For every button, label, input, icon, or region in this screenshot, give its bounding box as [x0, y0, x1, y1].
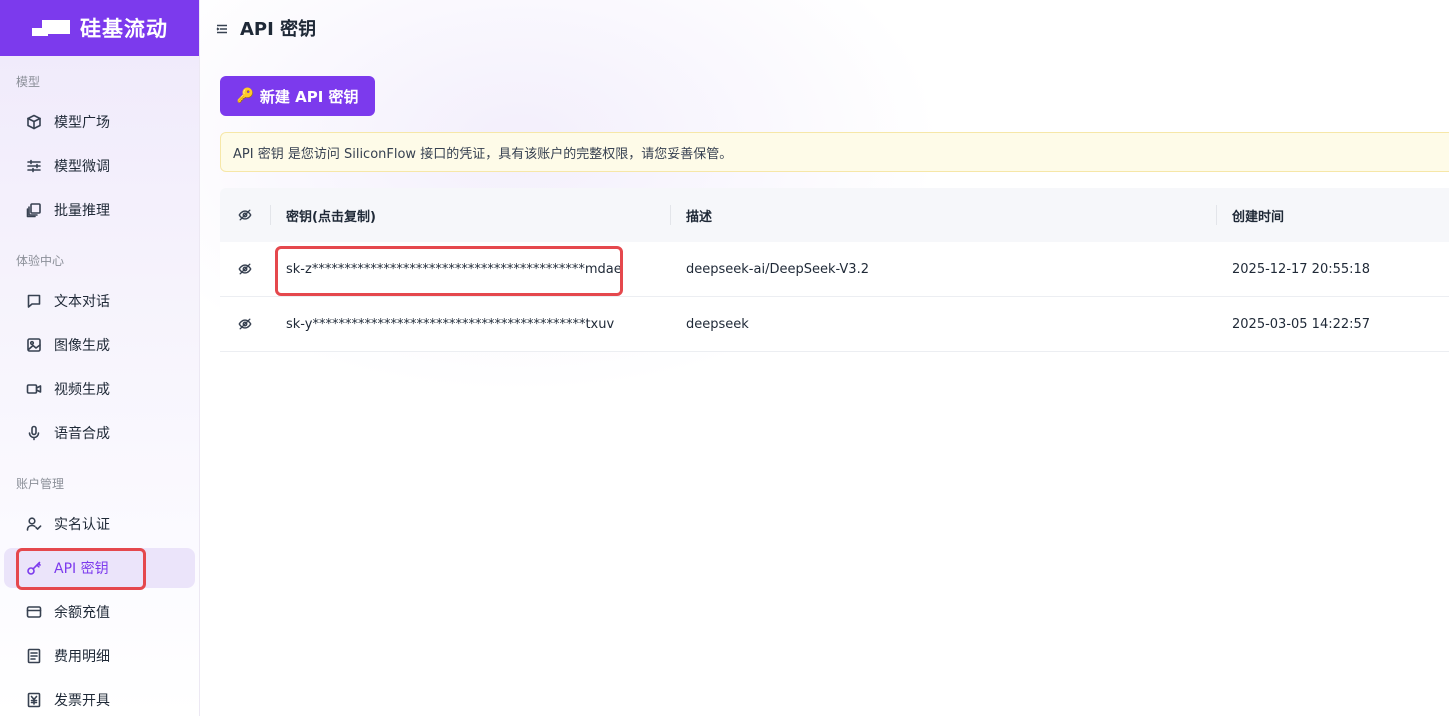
sidebar-item-invoice[interactable]: 发票开具: [4, 680, 195, 716]
brand-logo[interactable]: 硅基流动: [0, 0, 199, 56]
logo-mark-icon: [32, 17, 72, 39]
video-icon: [26, 381, 42, 397]
layers-icon: [26, 202, 42, 218]
sidebar-item-label: 发票开具: [54, 693, 110, 709]
menu-collapse-icon[interactable]: [216, 22, 228, 34]
section-title-playground: 体验中心: [16, 254, 65, 268]
api-key-description: deepseek-ai/DeepSeek-V3.2: [686, 261, 869, 277]
sidebar-item-fine-tune[interactable]: 模型微调: [4, 146, 195, 186]
api-key-created: 2025-12-17 20:55:18: [1232, 261, 1371, 277]
page-title: API 密钥: [240, 19, 317, 40]
column-header-created: 创建时间: [1216, 188, 1449, 242]
notice-text: API 密钥 是您访问 SiliconFlow 接口的凭证，具有该账户的完整权限…: [233, 146, 733, 162]
api-keys-table: 密钥(点击复制) 描述 创建时间 sk-z*******************…: [220, 188, 1449, 352]
api-key-description: deepseek: [686, 316, 749, 332]
sidebar-item-label: API 密钥: [54, 561, 109, 577]
new-api-key-button[interactable]: 🔑 新建 API 密钥: [220, 76, 375, 116]
image-icon: [26, 337, 42, 353]
brand-name: 硅基流动: [80, 17, 168, 41]
sidebar-item-label: 文本对话: [54, 294, 110, 310]
api-key-created: 2025-03-05 14:22:57: [1232, 316, 1371, 332]
section-title-account: 账户管理: [16, 477, 65, 491]
chat-icon: [26, 293, 42, 309]
sidebar-item-recharge[interactable]: 余额充值: [4, 592, 195, 632]
sidebar-item-label: 模型微调: [54, 159, 110, 175]
sidebar-item-api-keys[interactable]: API 密钥: [4, 548, 195, 588]
section-title-models: 模型: [16, 75, 41, 89]
sliders-icon: [26, 158, 42, 174]
sidebar: 硅基流动 模型 模型广场 模型微调 批量推理 体验中心 文本对话 图像生成 视频…: [0, 0, 200, 716]
api-key-value[interactable]: sk-z************************************…: [270, 242, 670, 296]
toggle-visibility-icon[interactable]: [220, 242, 270, 296]
new-api-key-label: 新建 API 密钥: [259, 87, 359, 106]
main-content: API 密钥 🔑 新建 API 密钥 API 密钥 是您访问 SiliconFl…: [200, 0, 1449, 716]
sidebar-item-text-chat[interactable]: 文本对话: [4, 281, 195, 321]
invoice-icon: [26, 692, 42, 708]
key-icon: [26, 560, 42, 576]
sidebar-item-video-gen[interactable]: 视频生成: [4, 369, 195, 409]
column-header-key: 密钥(点击复制): [270, 188, 670, 242]
receipt-icon: [26, 648, 42, 664]
sidebar-item-image-gen[interactable]: 图像生成: [4, 325, 195, 365]
sidebar-item-label: 批量推理: [54, 203, 110, 219]
mic-icon: [26, 425, 42, 441]
key-emoji-icon: 🔑: [236, 88, 254, 104]
sidebar-item-label: 语音合成: [54, 426, 110, 442]
sidebar-item-label: 余额充值: [54, 605, 110, 621]
page-header: API 密钥: [216, 14, 316, 42]
user-check-icon: [26, 516, 42, 532]
column-header-description: 描述: [670, 188, 1216, 242]
toggle-visibility-all-icon[interactable]: [220, 188, 270, 242]
sidebar-item-label: 实名认证: [54, 517, 110, 533]
sidebar-item-speech[interactable]: 语音合成: [4, 413, 195, 453]
sidebar-item-model-square[interactable]: 模型广场: [4, 102, 195, 142]
sidebar-item-label: 图像生成: [54, 338, 110, 354]
sidebar-item-billing[interactable]: 费用明细: [4, 636, 195, 676]
card-icon: [26, 604, 42, 620]
sidebar-item-label: 费用明细: [54, 649, 110, 665]
cube-icon: [26, 114, 42, 130]
table-row: sk-y************************************…: [220, 297, 1449, 352]
sidebar-item-batch-inference[interactable]: 批量推理: [4, 190, 195, 230]
table-row: sk-z************************************…: [220, 242, 1449, 297]
api-key-value[interactable]: sk-y************************************…: [270, 297, 670, 351]
notice-banner: API 密钥 是您访问 SiliconFlow 接口的凭证，具有该账户的完整权限…: [220, 132, 1449, 172]
sidebar-item-label: 视频生成: [54, 382, 110, 398]
toggle-visibility-icon[interactable]: [220, 297, 270, 351]
sidebar-item-verification[interactable]: 实名认证: [4, 504, 195, 544]
sidebar-item-label: 模型广场: [54, 115, 110, 131]
table-header: 密钥(点击复制) 描述 创建时间: [220, 188, 1449, 242]
